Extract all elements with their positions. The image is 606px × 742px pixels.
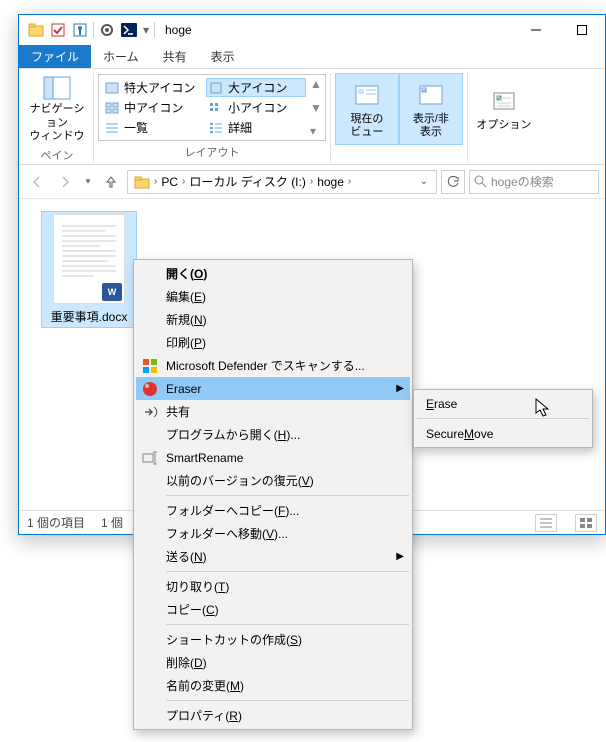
chevron-right-icon: ▶	[396, 551, 404, 562]
options-button[interactable]: オプション	[472, 73, 536, 145]
context-menu: 開く(O) 編集(E) 新規(N) 印刷(P) Microsoft Defend…	[133, 259, 413, 730]
view-details-icon[interactable]	[535, 514, 557, 532]
bc-pc[interactable]: PC	[157, 175, 182, 189]
sub-erase[interactable]: Erase	[416, 392, 590, 415]
status-selection: 1 個	[101, 514, 123, 531]
sub-secure-move[interactable]: Secure Move	[416, 422, 590, 445]
layout-details[interactable]: 詳細	[206, 118, 306, 137]
ctx-print[interactable]: 印刷(P)	[136, 331, 410, 354]
tab-view[interactable]: 表示	[199, 45, 247, 68]
checkbox-icon[interactable]	[47, 19, 69, 41]
refresh-button[interactable]	[441, 170, 465, 194]
layout-scroll-up-icon[interactable]: ▲	[310, 77, 322, 91]
search-icon	[474, 175, 487, 188]
tab-file[interactable]: ファイル	[19, 45, 91, 68]
breadcrumb[interactable]: › PC› ローカル ディスク (I:)› hoge› ⌄	[127, 170, 437, 194]
bc-folder[interactable]: hoge	[313, 175, 348, 189]
pane-group-label: ペイン	[41, 145, 74, 165]
ctx-delete[interactable]: 削除(D)	[136, 651, 410, 674]
ctx-share[interactable]: 共有	[136, 400, 410, 423]
view-large-icon[interactable]	[575, 514, 597, 532]
ctx-copy-to-folder[interactable]: フォルダーへコピー(F)...	[136, 499, 410, 522]
smartrename-icon	[141, 449, 159, 467]
layout-expand-icon[interactable]: ▾	[310, 124, 322, 138]
quick-access-toolbar: ▾	[19, 19, 157, 41]
share-icon	[141, 403, 159, 421]
ctx-copy[interactable]: コピー(C)	[136, 598, 410, 621]
up-button[interactable]	[99, 170, 123, 194]
maximize-button[interactable]	[559, 15, 605, 45]
ctx-smartrename[interactable]: SmartRename	[136, 446, 410, 469]
address-bar: ▾ › PC› ローカル ディスク (I:)› hoge› ⌄ hogeの検索	[19, 165, 605, 199]
word-badge-icon: W	[102, 283, 122, 301]
breadcrumb-dropdown-icon[interactable]: ⌄	[414, 176, 434, 187]
nav-pane-button[interactable]: ナビゲーション ウィンドウ	[25, 73, 89, 145]
ctx-create-shortcut[interactable]: ショートカットの作成(S)	[136, 628, 410, 651]
layout-group-label: レイアウト	[184, 142, 239, 162]
ctx-open[interactable]: 開く(O)	[136, 262, 410, 285]
layout-list[interactable]: 一覧	[102, 118, 202, 137]
forward-button[interactable]	[53, 170, 77, 194]
layout-scroll-down-icon[interactable]: ▼	[310, 101, 322, 115]
layout-medium[interactable]: 中アイコン	[102, 98, 202, 117]
recent-dropdown-icon[interactable]: ▾	[81, 170, 95, 194]
minimize-button[interactable]	[513, 15, 559, 45]
ctx-cut[interactable]: 切り取り(T)	[136, 575, 410, 598]
ctx-previous-versions[interactable]: 以前のバージョンの復元(V)	[136, 469, 410, 492]
ctx-defender[interactable]: Microsoft Defender でスキャンする...	[136, 354, 410, 377]
ctx-eraser[interactable]: Eraser▶	[136, 377, 410, 400]
layout-small[interactable]: 小アイコン	[206, 98, 306, 117]
ctx-open-with[interactable]: プログラムから開く(H)...	[136, 423, 410, 446]
current-view-button[interactable]: 現在の ビュー	[335, 73, 399, 145]
menu-tabs: ファイル ホーム 共有 表示	[19, 45, 605, 69]
pin-icon[interactable]	[69, 19, 91, 41]
search-input[interactable]: hogeの検索	[469, 170, 599, 194]
show-hide-button[interactable]: 表示/非 表示	[399, 73, 463, 145]
ctx-send-to[interactable]: 送る(N)▶	[136, 545, 410, 568]
ctx-move-to-folder[interactable]: フォルダーへ移動(V)...	[136, 522, 410, 545]
eraser-icon	[141, 380, 159, 398]
ctx-new[interactable]: 新規(N)	[136, 308, 410, 331]
gear-icon[interactable]	[96, 19, 118, 41]
dropdown-caret-icon[interactable]: ▾	[140, 19, 152, 41]
titlebar: ▾ hoge	[19, 15, 605, 45]
file-thumbnail: W	[53, 214, 125, 304]
ribbon: ナビゲーション ウィンドウ ペイン 特大アイコン 中アイコン 一覧 大アイコン …	[19, 69, 605, 165]
status-item-count: 1 個の項目	[27, 514, 85, 531]
ctx-rename[interactable]: 名前の変更(M)	[136, 674, 410, 697]
layout-large[interactable]: 大アイコン	[206, 78, 306, 97]
file-item[interactable]: W 重要事項.docx	[41, 211, 137, 328]
file-name: 重要事項.docx	[51, 308, 128, 325]
chevron-right-icon: ▶	[396, 383, 404, 394]
folder-icon	[25, 19, 47, 41]
bc-disk[interactable]: ローカル ディスク (I:)	[185, 173, 310, 190]
folder-icon	[130, 175, 154, 189]
window-title: hoge	[165, 23, 192, 37]
layout-extra-large[interactable]: 特大アイコン	[102, 78, 202, 97]
ctx-properties[interactable]: プロパティ(R)	[136, 704, 410, 727]
tab-share[interactable]: 共有	[151, 45, 199, 68]
defender-icon	[141, 357, 159, 375]
context-submenu-eraser: Erase Secure Move	[413, 389, 593, 448]
powershell-icon[interactable]	[118, 19, 140, 41]
tab-home[interactable]: ホーム	[91, 45, 151, 68]
ctx-edit[interactable]: 編集(E)	[136, 285, 410, 308]
back-button[interactable]	[25, 170, 49, 194]
